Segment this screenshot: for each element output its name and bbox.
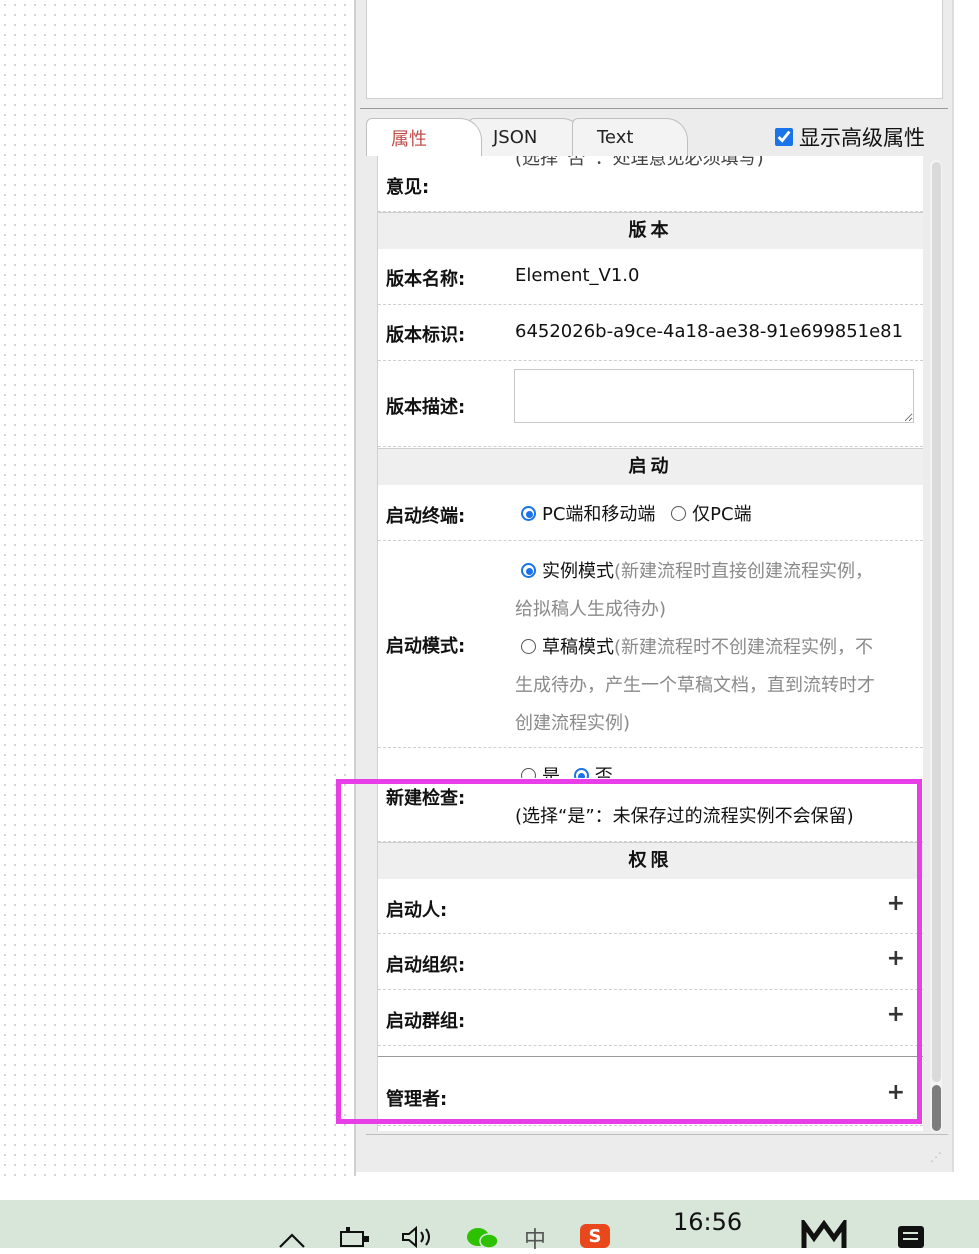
starter-label: 启动人: — [386, 900, 448, 921]
mode-draft-hint2: 生成待办，产生一个草稿文档，直到流转时才 — [515, 675, 875, 696]
app-logo-icon[interactable] — [800, 1220, 848, 1248]
check-yes-label: 是 — [542, 766, 560, 778]
new-check-hint: (选择“是”：未保存过的流程实例不会保留) — [515, 806, 854, 827]
radio-pc-only-label: 仅PC端 — [692, 504, 752, 525]
radio-pc-mobile[interactable] — [521, 506, 536, 521]
scrollbar-thumb[interactable] — [932, 1085, 941, 1131]
radio-check-no[interactable] — [573, 768, 589, 778]
taskbar: 中 S 16:56 — [0, 1200, 979, 1253]
section-start: 启动 — [378, 448, 923, 485]
top-editor-box[interactable] — [366, 0, 943, 99]
radio-pc-mobile-label: PC端和移动端 — [542, 504, 656, 525]
advanced-toggle[interactable]: 显示高级属性 — [775, 122, 925, 152]
bottom-separator — [366, 1134, 948, 1135]
radio-draft-mode[interactable] — [521, 639, 536, 654]
mode-instance-hint: (新建流程时直接创建流程实例， — [614, 561, 874, 582]
mode-draft-label: 草稿模式 — [542, 637, 614, 658]
radio-pc-only[interactable] — [671, 506, 687, 521]
version-desc-input[interactable] — [514, 369, 914, 423]
start-terminal-label: 启动终端: — [386, 506, 466, 527]
start-terminal-row: 启动终端: PC端和移动端 仅PC端 — [378, 484, 923, 541]
start-org-label: 启动组织: — [386, 955, 466, 976]
mode-instance-line: 实例模式(新建流程时直接创建流程实例， — [521, 557, 873, 583]
resize-grip-icon[interactable]: ⋰ — [930, 1150, 942, 1164]
section-version: 版本 — [378, 212, 923, 249]
opinion-label: 意见: — [386, 177, 430, 198]
version-name-label: 版本名称: — [386, 269, 466, 290]
manager-row: 管理者: + — [378, 1056, 923, 1126]
radio-instance-mode[interactable] — [521, 563, 536, 578]
opinion-hint: (选择“否”：处理意见必须填写) — [515, 156, 764, 169]
property-list[interactable]: (选择“否”：处理意见必须填写) 意见: 版本 版本名称: Element_V1… — [377, 156, 923, 1131]
version-desc-row: 版本描述: — [378, 361, 923, 447]
notification-icon[interactable] — [896, 1224, 928, 1248]
mode-draft-hint3: 创建流程实例) — [515, 713, 631, 734]
tab-text[interactable]: Text — [572, 118, 688, 156]
tab-attributes[interactable]: 属性 — [366, 118, 482, 156]
version-id-value: 6452026b-a9ce-4a18-ae38-91e699851e81 — [515, 321, 904, 342]
version-name-row: 版本名称: Element_V1.0 — [378, 248, 923, 305]
mode-instance-label: 实例模式 — [542, 561, 614, 582]
version-id-label: 版本标识: — [386, 325, 466, 346]
start-mode-label: 启动模式: — [386, 636, 466, 657]
top-separator — [360, 108, 948, 109]
wechat-icon[interactable] — [465, 1226, 501, 1248]
start-group-label: 启动群组: — [386, 1011, 466, 1032]
check-no-label: 否 — [594, 766, 613, 778]
ime-indicator[interactable]: 中 — [524, 1222, 546, 1254]
new-check-row: 是 否 新建检查: (选择“是”：未保存过的流程实例不会保留) — [378, 748, 923, 842]
add-group-button[interactable]: + — [887, 1002, 905, 1027]
add-manager-button[interactable]: + — [887, 1080, 905, 1105]
volume-icon[interactable] — [400, 1226, 436, 1248]
section-permission: 权限 — [378, 842, 923, 879]
clock-time[interactable]: 16:56 — [673, 1208, 742, 1236]
add-org-button[interactable]: + — [887, 946, 905, 971]
mode-draft-line: 草稿模式(新建流程时不创建流程实例，不 — [521, 633, 873, 659]
version-name-value: Element_V1.0 — [515, 265, 640, 286]
new-check-options: 是 否 — [521, 762, 613, 778]
start-mode-row: 启动模式: 实例模式(新建流程时直接创建流程实例， 给拟稿人生成待办) 草稿模式… — [378, 541, 923, 748]
network-icon[interactable] — [338, 1226, 372, 1248]
mode-instance-hint2: 给拟稿人生成待办) — [515, 599, 667, 620]
starter-row: 启动人: + — [378, 878, 923, 934]
chevron-up-icon[interactable] — [278, 1232, 306, 1248]
panel-border — [952, 0, 954, 1172]
tab-json[interactable]: JSON — [468, 118, 584, 156]
start-group-row: 启动群组: + — [378, 990, 923, 1046]
start-terminal-options: PC端和移动端 仅PC端 — [521, 500, 752, 526]
scrollbar-rail — [932, 162, 941, 1082]
advanced-checkbox[interactable] — [775, 128, 793, 146]
canvas-area[interactable] — [0, 0, 354, 1176]
add-starter-button[interactable]: + — [887, 891, 905, 916]
mode-draft-hint: (新建流程时不创建流程实例，不 — [614, 637, 874, 658]
opinion-row: (选择“否”：处理意见必须填写) 意见: — [378, 156, 923, 212]
start-org-row: 启动组织: + — [378, 934, 923, 990]
advanced-label: 显示高级属性 — [799, 126, 925, 150]
version-id-row: 版本标识: 6452026b-a9ce-4a18-ae38-91e699851e… — [378, 305, 923, 361]
sogou-icon[interactable]: S — [580, 1224, 610, 1248]
version-desc-label: 版本描述: — [386, 397, 466, 418]
right-margin — [954, 0, 979, 1176]
radio-check-yes[interactable] — [521, 768, 536, 778]
new-check-label: 新建检查: — [386, 788, 466, 809]
manager-label: 管理者: — [386, 1089, 448, 1110]
